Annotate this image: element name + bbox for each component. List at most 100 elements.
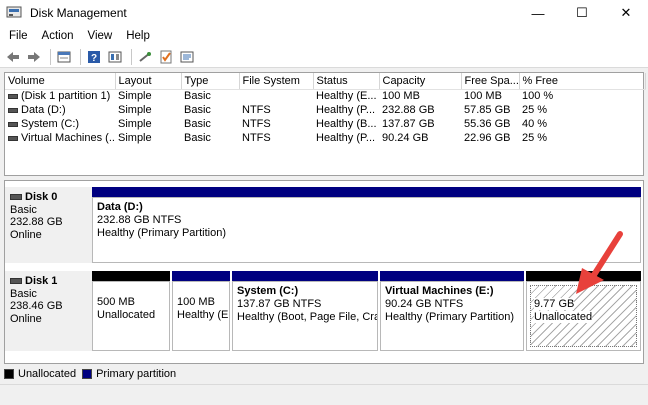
window-title: Disk Management (30, 6, 127, 20)
table-cell: 90.24 GB (382, 132, 429, 144)
table-cell: Healthy (E... (316, 90, 377, 103)
toolbar: ? (0, 46, 648, 68)
disk-management-icon (6, 6, 22, 20)
partition-title: Data (D:) (97, 201, 143, 213)
close-button[interactable]: ✕ (604, 0, 648, 26)
disk-1-name: Disk 1 (25, 275, 58, 287)
column-header-percent-free[interactable]: % Free (519, 73, 646, 90)
check-icon[interactable] (157, 48, 175, 66)
partition-status: Healthy (Primary Partition) (385, 311, 514, 323)
menu-file[interactable]: File (2, 30, 35, 42)
column-header-type[interactable]: Type (181, 73, 240, 90)
minimize-button[interactable]: — (516, 0, 560, 26)
table-cell: 100 MB (464, 90, 502, 103)
partition-system-c[interactable]: System (C:) 137.87 GB NTFS Healthy (Boot… (232, 271, 378, 351)
partition-size: 137.87 GB NTFS (237, 298, 322, 310)
partition-title: Virtual Machines (E:) (385, 285, 494, 297)
title-bar: Disk Management — ☐ ✕ (0, 0, 648, 26)
volume-name: Virtual Machines (... (21, 132, 115, 144)
legend-primary-swatch (82, 369, 93, 379)
volume-name: Data (D:) (21, 104, 66, 116)
table-row[interactable]: Virtual Machines (... Simple Basic NTFS … (5, 131, 645, 145)
table-cell: Basic (184, 132, 211, 144)
partition-color-bar (380, 271, 524, 281)
disk-0-info[interactable]: Disk 0 Basic 232.88 GB Online (5, 187, 92, 263)
disk-0-type: Basic (10, 203, 37, 216)
disk-icon (10, 278, 22, 285)
partition-status: Healthy (Boot, Page File, Crash (237, 311, 378, 323)
partition-color-bar (92, 271, 170, 281)
legend-primary-label: Primary partition (96, 368, 177, 380)
column-header-status[interactable]: Status (313, 73, 380, 90)
table-cell: Healthy (P... (316, 132, 376, 144)
volume-icon (8, 135, 18, 141)
partition-virtual-machines-e[interactable]: Virtual Machines (E:) 90.24 GB NTFS Heal… (380, 271, 524, 351)
legend: Unallocated Primary partition (4, 366, 182, 382)
disk-1-state: Online (10, 312, 42, 325)
volume-name: (Disk 1 partition 1) (21, 90, 111, 103)
partition-data-d[interactable]: Data (D:) 232.88 GB NTFS Healthy (Primar… (92, 187, 641, 263)
back-icon[interactable] (4, 48, 22, 66)
menu-bar: File Action View Help (0, 26, 648, 46)
table-cell (239, 89, 313, 103)
table-cell: NTFS (242, 132, 271, 144)
disk-icon (10, 194, 22, 201)
partition-status: Unallocated (534, 311, 593, 323)
forward-icon[interactable] (25, 48, 43, 66)
volume-icon (8, 121, 18, 127)
properties-icon[interactable] (55, 48, 73, 66)
table-cell: Basic (184, 90, 211, 103)
partition-size: 232.88 GB NTFS (97, 214, 182, 226)
table-cell: 25 % (522, 104, 548, 116)
table-cell: Basic (184, 118, 211, 130)
table-cell: Basic (184, 104, 211, 116)
table-cell: 57.85 GB (464, 104, 511, 116)
disk-1-type: Basic (10, 287, 37, 300)
toolbar-divider (131, 48, 132, 65)
table-cell: 25 % (522, 132, 548, 144)
table-cell: 100 MB (382, 90, 420, 103)
table-cell: 100 % (522, 90, 554, 103)
table-cell: Healthy (P... (316, 104, 376, 116)
table-cell: 40 % (522, 118, 548, 130)
volume-icon (8, 93, 18, 99)
table-cell: 22.96 GB (464, 132, 511, 144)
partition-unallocated-500mb[interactable]: 500 MB Unallocated (92, 271, 170, 351)
disk-0-state: Online (10, 228, 42, 241)
table-row[interactable]: System (C:) Simple Basic NTFS Healthy (B… (5, 117, 645, 131)
connect-icon[interactable] (136, 48, 154, 66)
column-header-file-system[interactable]: File System (239, 73, 314, 90)
settings-icon[interactable] (178, 48, 196, 66)
partition-size: 90.24 GB NTFS (385, 298, 464, 310)
table-cell: 137.87 GB (382, 118, 435, 130)
table-row[interactable]: (Disk 1 partition 1) Simple Basic Health… (5, 89, 645, 103)
legend-unallocated-label: Unallocated (18, 368, 77, 380)
column-header-layout[interactable]: Layout (115, 73, 182, 90)
annotation-arrow-icon (576, 231, 623, 294)
partition-size: 9.77 GB (534, 298, 575, 310)
menu-help[interactable]: Help (119, 30, 157, 42)
column-header-free-space[interactable]: Free Spa... (461, 73, 520, 90)
maximize-button[interactable]: ☐ (560, 0, 604, 26)
table-cell: Simple (118, 90, 152, 103)
table-cell: NTFS (242, 104, 271, 116)
refresh-icon[interactable] (106, 48, 124, 66)
partition-size: 100 MB (177, 296, 215, 308)
table-cell: Simple (118, 118, 152, 130)
column-header-volume[interactable]: Volume (5, 73, 116, 90)
menu-action[interactable]: Action (35, 30, 81, 42)
table-cell: 55.36 GB (464, 118, 511, 130)
disk-1-info[interactable]: Disk 1 Basic 238.46 GB Online (5, 271, 92, 351)
partition-status: Healthy (E (177, 309, 229, 321)
volume-name: System (C:) (21, 118, 80, 130)
partition-100mb[interactable]: 100 MB Healthy (E (172, 271, 230, 351)
volume-icon (8, 107, 18, 113)
partition-status: Unallocated (97, 309, 156, 321)
help-icon[interactable]: ? (85, 48, 103, 66)
table-cell: Simple (118, 104, 152, 116)
menu-view[interactable]: View (81, 30, 120, 42)
table-row[interactable]: Data (D:) Simple Basic NTFS Healthy (P..… (5, 103, 645, 117)
volume-list-header: Volume Layout Type File System Status Ca… (5, 73, 646, 90)
column-header-capacity[interactable]: Capacity (379, 73, 462, 90)
disk-map: Disk 0 Basic 232.88 GB Online Data (D:) … (4, 180, 644, 364)
